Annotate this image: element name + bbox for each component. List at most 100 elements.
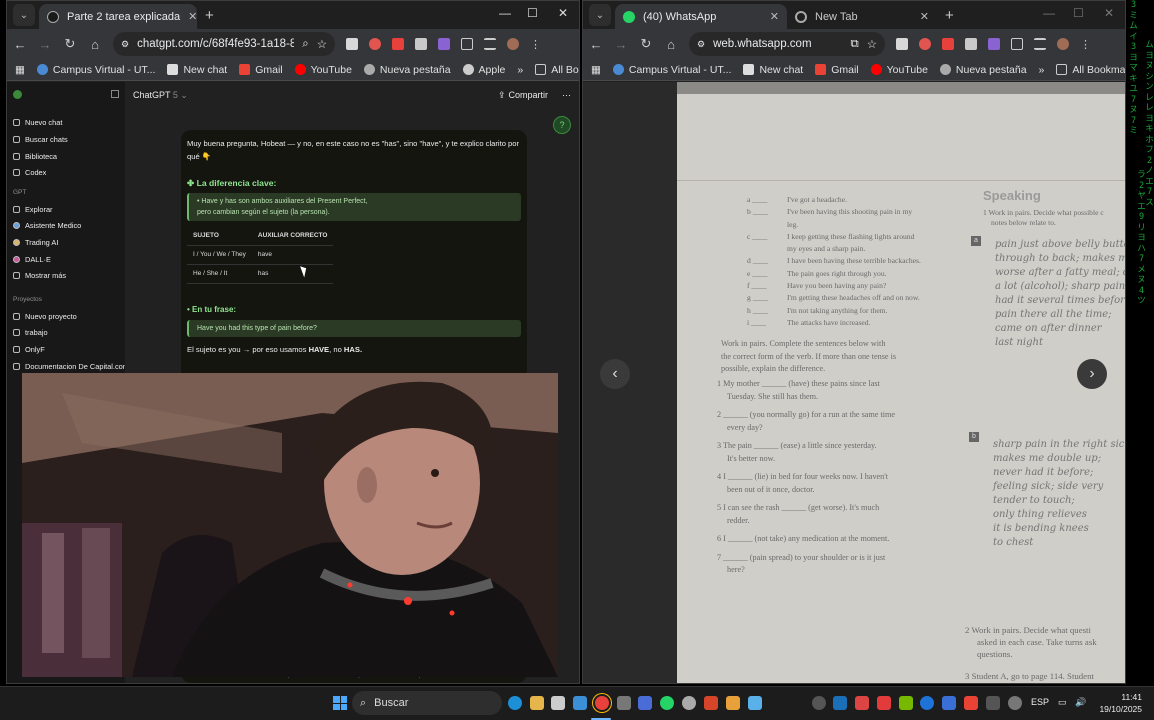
close-tab-icon[interactable]: ✕ xyxy=(770,10,779,23)
sidebar-item-asistente-medico[interactable]: Asistente Medico xyxy=(13,218,119,235)
tray-icon[interactable] xyxy=(877,696,891,710)
extensions-puzzle-icon[interactable] xyxy=(461,38,473,50)
nvidia-icon[interactable] xyxy=(899,696,913,710)
tray-icon[interactable] xyxy=(942,696,956,710)
extension-icon[interactable] xyxy=(392,38,404,50)
tab-new-tab[interactable]: New Tab ✕ xyxy=(787,4,937,29)
volume-icon[interactable]: 🔊 xyxy=(1075,697,1086,708)
extension-icon[interactable] xyxy=(942,38,954,50)
more-bookmarks-icon[interactable]: » xyxy=(1039,64,1045,76)
bookmark-star-icon[interactable]: ☆ xyxy=(867,37,877,51)
tab-search-button[interactable]: ⌄ xyxy=(13,4,35,26)
sidebar-item-mostrar-mas[interactable]: Mostrar más xyxy=(13,267,119,284)
all-bookmarks[interactable]: All Bookmarks xyxy=(1056,64,1125,76)
close-tab-icon[interactable]: ✕ xyxy=(920,10,929,23)
extension-icon[interactable] xyxy=(415,38,427,50)
bluetooth-icon[interactable] xyxy=(920,696,934,710)
extension-icon[interactable] xyxy=(438,38,450,50)
address-bar[interactable]: ⚙ chatgpt.com/c/68f4fe93-1a18-8... ⌕ ☆ xyxy=(113,32,335,56)
bookmark-youtube[interactable]: YouTube xyxy=(870,64,928,76)
profile-avatar[interactable] xyxy=(507,38,519,50)
sidebar-toggle-icon[interactable] xyxy=(111,90,119,99)
edge-icon[interactable] xyxy=(508,696,522,710)
extensions-puzzle-icon[interactable] xyxy=(1011,38,1023,50)
sidebar-item-buscar-chats[interactable]: Buscar chats xyxy=(13,131,119,148)
taskbar-search-box[interactable]: ⌕ Buscar xyxy=(352,691,502,715)
reload-icon[interactable]: ↻ xyxy=(63,36,77,52)
extension-icon[interactable] xyxy=(896,38,908,50)
back-icon[interactable]: ← xyxy=(589,37,603,52)
maximize-icon[interactable]: ☐ xyxy=(1073,6,1084,20)
app-icon[interactable] xyxy=(573,696,587,710)
share-button[interactable]: ⇪ Compartir xyxy=(498,90,548,101)
profile-avatar[interactable] xyxy=(1057,38,1069,50)
home-icon[interactable]: ⌂ xyxy=(664,37,678,52)
menu-dots-icon[interactable]: ⋮ xyxy=(530,38,541,51)
close-window-icon[interactable]: ✕ xyxy=(1104,6,1114,20)
microphone-icon[interactable] xyxy=(1008,696,1022,710)
sidebar-item-biblioteca[interactable]: Biblioteca xyxy=(13,148,119,165)
new-tab-button[interactable]: + xyxy=(205,7,214,24)
sidebar-item-trabajo[interactable]: trabajo xyxy=(13,325,119,342)
store-icon[interactable] xyxy=(551,696,565,710)
tray-icon[interactable] xyxy=(855,696,869,710)
sidebar-item-onlyf[interactable]: OnlyF xyxy=(13,341,119,358)
forward-icon[interactable]: → xyxy=(614,37,628,52)
minimize-icon[interactable]: — xyxy=(499,6,511,20)
sidebar-item-nuevo-chat[interactable]: Nuevo chat xyxy=(13,115,119,132)
sidebar-item-codex[interactable]: Codex xyxy=(13,164,119,181)
extension-icon[interactable] xyxy=(919,38,931,50)
media-icon[interactable] xyxy=(1034,38,1046,50)
more-bookmarks-icon[interactable]: » xyxy=(517,64,523,76)
system-clock[interactable]: 11:41 19/10/2025 xyxy=(1096,691,1142,715)
photos-icon[interactable] xyxy=(748,696,762,710)
bookmark-apple[interactable]: Apple xyxy=(462,64,505,76)
extension-icon[interactable] xyxy=(369,38,381,50)
minimize-icon[interactable]: — xyxy=(1043,6,1055,20)
bookmark-new-chat[interactable]: New chat xyxy=(743,64,803,76)
sidebar-item-dalle[interactable]: DALL·E xyxy=(13,251,119,268)
site-info-icon[interactable]: ⚙ xyxy=(121,39,129,50)
forward-icon[interactable]: → xyxy=(38,37,52,52)
close-tab-icon[interactable]: ✕ xyxy=(188,10,197,23)
model-selector[interactable]: ChatGPT 5 ⌄ xyxy=(133,90,188,101)
help-icon[interactable]: ? xyxy=(553,116,571,134)
sidebar-item-documentacion[interactable]: Documentacion De Capital.com xyxy=(13,358,129,375)
zoom-icon[interactable]: ⌕ xyxy=(302,38,308,51)
bookmark-gmail[interactable]: Gmail xyxy=(815,64,859,76)
previous-media-button[interactable]: ‹ xyxy=(600,359,630,389)
back-icon[interactable]: ← xyxy=(13,37,27,52)
bookmark-campus[interactable]: Campus Virtual - UT... xyxy=(36,64,155,76)
install-app-icon[interactable]: ⧉ xyxy=(850,38,858,51)
all-bookmarks[interactable]: All Bookmarks xyxy=(535,64,579,76)
chatgpt-logo-icon[interactable] xyxy=(13,89,22,99)
brave-icon[interactable] xyxy=(704,696,718,710)
sidebar-item-trading-ai[interactable]: Trading AI xyxy=(13,234,119,251)
sidebar-item-nuevo-proyecto[interactable]: Nuevo proyecto xyxy=(13,308,119,325)
address-bar[interactable]: ⚙ web.whatsapp.com ⧉ ☆ xyxy=(689,32,885,56)
steam-icon[interactable] xyxy=(833,696,847,710)
bookmark-nueva-pestana[interactable]: Nueva pestaña xyxy=(939,64,1027,76)
sidebar-item-explorar[interactable]: Explorar xyxy=(13,201,119,218)
next-media-button[interactable]: › xyxy=(1077,359,1107,389)
home-icon[interactable]: ⌂ xyxy=(88,37,102,52)
tray-icon[interactable] xyxy=(986,696,1000,710)
extension-icon[interactable] xyxy=(346,38,358,50)
start-windows-icon[interactable] xyxy=(333,696,347,710)
tray-icon[interactable] xyxy=(964,696,978,710)
extension-icon[interactable] xyxy=(965,38,977,50)
reload-icon[interactable]: ↻ xyxy=(639,36,653,52)
site-info-icon[interactable]: ⚙ xyxy=(697,39,705,50)
app-icon[interactable] xyxy=(726,696,740,710)
bookmark-campus[interactable]: Campus Virtual - UT... xyxy=(612,64,731,76)
tab-search-button[interactable]: ⌄ xyxy=(589,4,611,26)
terminal-icon[interactable] xyxy=(617,696,631,710)
tab-chatgpt[interactable]: Parte 2 tarea explicada ✕ xyxy=(39,4,197,29)
close-window-icon[interactable]: ✕ xyxy=(558,6,568,20)
apps-grid-icon[interactable]: ▦ xyxy=(591,64,601,76)
apps-grid-icon[interactable]: ▦ xyxy=(15,64,25,76)
bookmark-youtube[interactable]: YouTube xyxy=(294,64,352,76)
app-icon[interactable] xyxy=(638,696,652,710)
bookmark-star-icon[interactable]: ☆ xyxy=(317,37,327,51)
file-explorer-icon[interactable] xyxy=(530,696,544,710)
